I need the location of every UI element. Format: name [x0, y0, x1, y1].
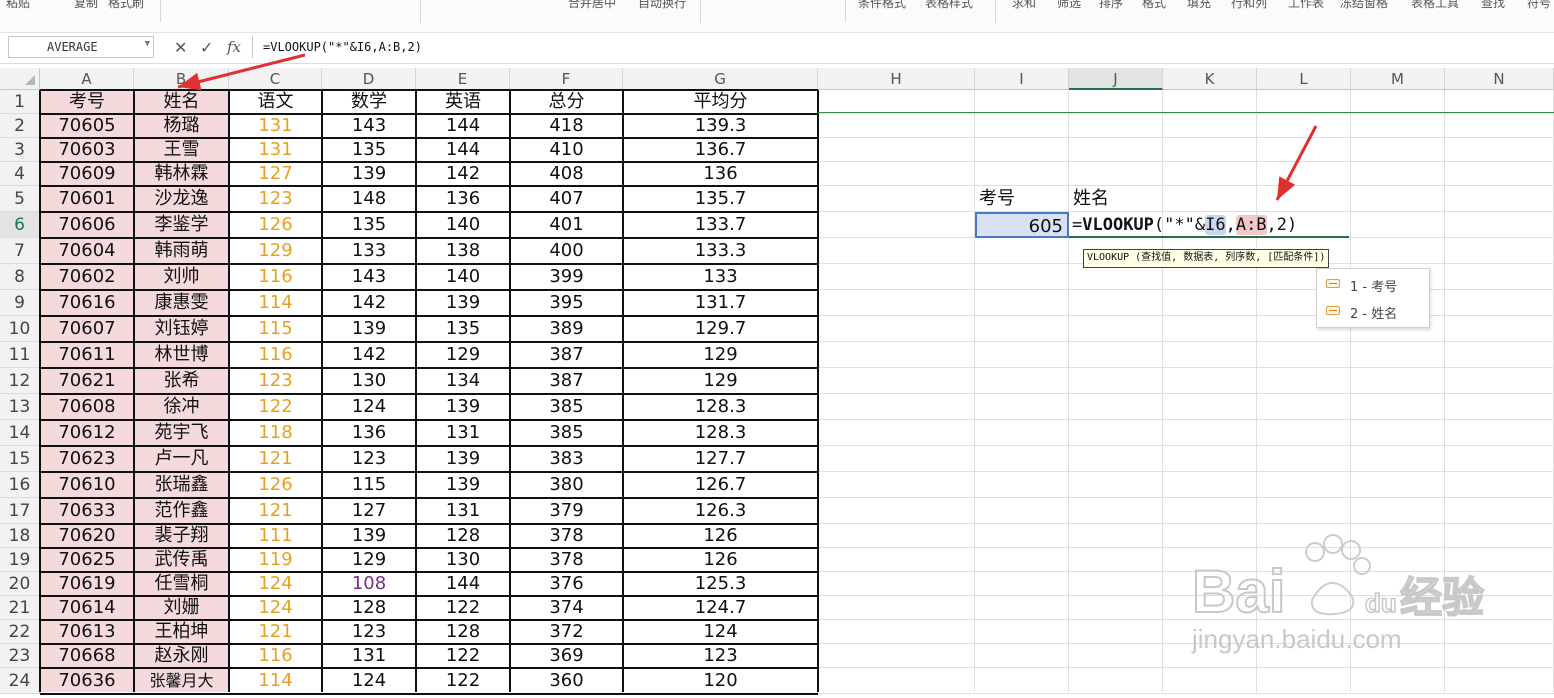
watermark-cn: 经验: [1400, 573, 1484, 622]
gridline: [818, 693, 1554, 694]
watermark-brand: Bai: [1192, 558, 1285, 625]
watermark-brand2: du: [1365, 588, 1397, 618]
watermark-url: jingyan.baidu.com: [1191, 624, 1402, 654]
arrow-to-column-b-head: [178, 72, 202, 91]
table-border: [40, 693, 818, 695]
baidu-jingyan-watermark: Bai du 经验 jingyan.baidu.com: [1191, 534, 1485, 654]
